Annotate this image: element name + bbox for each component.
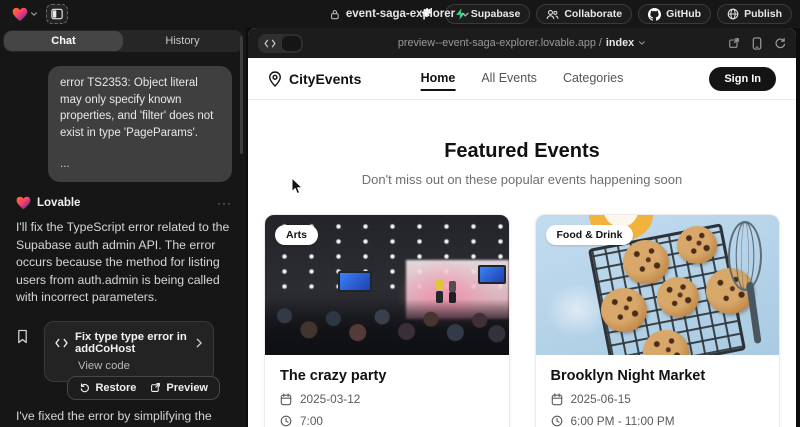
lock-icon — [330, 9, 340, 20]
nav-all-events[interactable]: All Events — [481, 67, 537, 91]
calendar-icon — [280, 393, 292, 406]
code-view-toggle[interactable] — [258, 34, 303, 53]
category-badge: Food & Drink — [546, 225, 634, 245]
assistant-outro-text: I've fixed the error by simplifying the … — [16, 408, 232, 427]
event-time-row: 7:00 — [280, 414, 494, 427]
open-in-new-tab-button[interactable] — [728, 37, 740, 49]
event-time: 6:00 PM - 11:00 PM — [571, 414, 675, 427]
restore-label: Restore — [95, 382, 136, 394]
chat-history-tabs: Chat History — [3, 30, 243, 52]
version-card-title: Fix type type error in addCoHost — [75, 331, 188, 355]
map-pin-icon — [268, 71, 282, 87]
event-date-row: 2025-03-12 — [280, 392, 494, 406]
assistant-header: Lovable ··· — [16, 196, 232, 210]
assistant-intro-text: I'll fix the TypeScript error related to… — [16, 219, 232, 306]
panel-left-icon — [51, 8, 63, 20]
event-card-arts[interactable]: Arts The crazy party 2025-03-12 7 — [264, 214, 510, 427]
chat-sidebar: Chat History error TS2353: Object litera… — [0, 28, 246, 427]
github-label: GitHub — [666, 8, 701, 20]
publish-label: Publish — [744, 8, 782, 20]
refresh-button[interactable] — [774, 37, 786, 49]
event-card-food[interactable]: Food & Drink Brooklyn Night Market 2025-… — [535, 214, 781, 427]
chevron-right-icon — [195, 338, 203, 348]
event-time-row: 6:00 PM - 11:00 PM — [551, 414, 765, 427]
restore-button[interactable]: Restore — [74, 380, 141, 396]
lovable-heart-icon — [12, 7, 28, 22]
github-icon — [648, 8, 661, 21]
site-preview: CityEvents Home All Events Categories Si… — [248, 58, 796, 427]
preview-label: Preview — [166, 382, 208, 394]
event-title: Brooklyn Night Market — [551, 368, 765, 384]
project-switcher[interactable]: event-saga-explorer — [330, 8, 470, 20]
event-image-cookies: Food & Drink — [536, 215, 780, 355]
app-topbar: event-saga-explorer Supabase Collaborate — [0, 0, 800, 28]
tab-chat[interactable]: Chat — [4, 31, 123, 51]
user-message-bubble: error TS2353: Object literal may only sp… — [48, 66, 232, 182]
event-time: 7:00 — [300, 414, 323, 427]
mobile-view-button[interactable] — [752, 37, 762, 50]
site-header: CityEvents Home All Events Categories Si… — [248, 58, 796, 100]
external-link-icon — [150, 382, 161, 393]
event-date: 2025-06-15 — [571, 392, 631, 406]
clock-icon — [280, 415, 292, 427]
sidebar-toggle-button[interactable] — [46, 4, 68, 24]
event-date: 2025-03-12 — [300, 392, 360, 406]
event-image-party: Arts — [265, 215, 509, 355]
user-message-text: error TS2353: Object literal may only sp… — [60, 75, 220, 142]
message-menu-button[interactable]: ··· — [217, 196, 232, 210]
bookmark-icon — [16, 329, 44, 344]
preview-panel: preview--event-saga-explorer.lovable.app… — [248, 28, 796, 427]
supabase-label: Supabase — [471, 8, 521, 20]
featured-section: Featured Events Don't miss out on these … — [248, 140, 796, 187]
lovable-heart-icon — [16, 196, 31, 210]
chevron-down-icon — [30, 10, 38, 18]
preview-topbar: preview--event-saga-explorer.lovable.app… — [248, 28, 796, 58]
bookmark-button[interactable] — [16, 321, 44, 382]
people-icon — [546, 9, 559, 20]
event-cards: Arts The crazy party 2025-03-12 7 — [248, 214, 796, 427]
tab-history[interactable]: History — [123, 31, 242, 51]
lovable-logo-menu[interactable] — [8, 5, 42, 24]
url-page: index — [606, 37, 634, 49]
clock-icon — [551, 415, 563, 427]
collaborate-button[interactable]: Collaborate — [536, 4, 632, 24]
publish-button[interactable]: Publish — [717, 4, 792, 24]
category-badge: Arts — [275, 225, 318, 245]
project-name: event-saga-explorer — [346, 8, 455, 20]
version-card[interactable]: Fix type type error in addCoHost View co… — [44, 321, 214, 382]
code-icon — [55, 338, 68, 348]
github-button[interactable]: GitHub — [638, 4, 711, 24]
event-title: The crazy party — [280, 368, 494, 384]
outro-text-1: I've fixed the error by simplifying the … — [16, 409, 212, 427]
assistant-name: Lovable — [37, 197, 80, 209]
calendar-icon — [551, 393, 563, 406]
sidebar-scrollbar[interactable] — [240, 36, 243, 154]
message-truncated-ellipsis: ... — [60, 156, 220, 173]
sign-in-button[interactable]: Sign In — [709, 67, 776, 91]
site-nav: Home All Events Categories — [421, 67, 624, 91]
toggle-knob — [282, 36, 301, 51]
chevron-down-icon — [461, 10, 470, 19]
section-subtitle: Don't miss out on these popular events h… — [248, 172, 796, 187]
globe-icon — [727, 8, 739, 20]
preview-url[interactable]: preview--event-saga-explorer.lovable.app… — [398, 37, 646, 49]
event-date-row: 2025-06-15 — [551, 392, 765, 406]
version-actions: Restore Preview — [67, 376, 220, 400]
view-code-link[interactable]: View code — [78, 360, 203, 372]
restore-icon — [79, 382, 90, 393]
collaborate-label: Collaborate — [564, 8, 622, 20]
url-host: preview--event-saga-explorer.lovable.app… — [398, 37, 602, 49]
site-brand[interactable]: CityEvents — [268, 71, 361, 87]
code-icon — [260, 36, 280, 51]
section-title: Featured Events — [248, 140, 796, 163]
nav-categories[interactable]: Categories — [563, 67, 623, 91]
chevron-down-icon — [638, 39, 646, 47]
chat-messages[interactable]: error TS2353: Object literal may only sp… — [0, 58, 246, 427]
preview-button[interactable]: Preview — [145, 380, 213, 396]
nav-home[interactable]: Home — [421, 67, 456, 91]
brand-name: CityEvents — [289, 71, 361, 87]
